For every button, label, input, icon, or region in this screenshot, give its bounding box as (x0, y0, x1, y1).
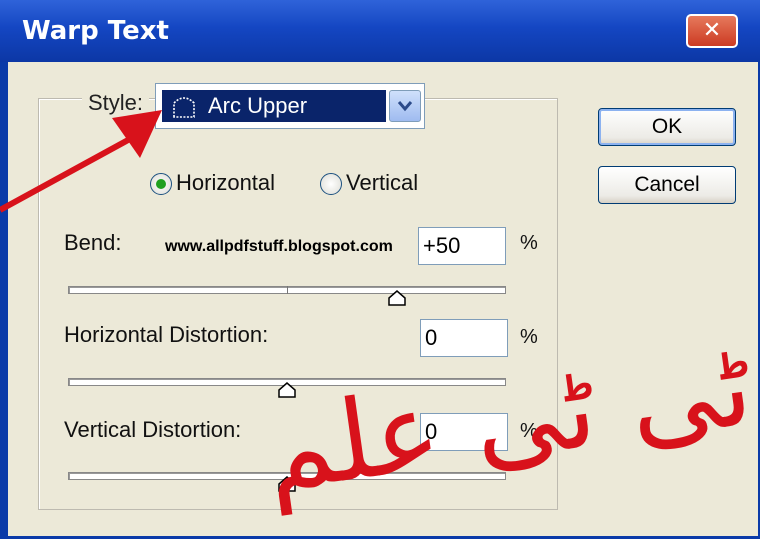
bend-unit: % (520, 232, 538, 254)
horizontal-label[interactable]: Horizontal (176, 170, 275, 196)
bend-input[interactable]: +50 (418, 227, 506, 265)
title-bar[interactable]: Warp Text ✕ (0, 0, 760, 62)
horizontal-distortion-label: Horizontal Distortion: (64, 322, 269, 347)
close-icon: ✕ (702, 18, 722, 43)
cancel-button[interactable]: Cancel (598, 166, 736, 204)
chevron-down-icon (397, 101, 413, 112)
warp-text-dialog: Warp Text ✕ Style: Arc Upper OK Cancel H… (0, 0, 760, 539)
style-selected-value[interactable]: Arc Upper (162, 90, 386, 122)
vertical-distortion-slider-thumb[interactable] (278, 476, 296, 492)
watermark-text: www.allpdfstuff.blogspot.com (165, 238, 393, 255)
ok-button[interactable]: OK (598, 108, 736, 146)
dialog-body: Style: Arc Upper OK Cancel Horizontal Ve… (8, 62, 758, 536)
horizontal-distortion-unit: % (520, 326, 538, 348)
horizontal-radio[interactable] (150, 173, 172, 195)
vertical-distortion-label: Vertical Distortion: (64, 417, 242, 442)
vertical-distortion-input[interactable]: 0 (420, 413, 508, 451)
close-button[interactable]: ✕ (686, 14, 738, 48)
slider-center-tick (287, 286, 288, 294)
style-label: Style: (82, 90, 150, 116)
bend-slider-thumb[interactable] (387, 290, 406, 306)
horizontal-distortion-input[interactable]: 0 (420, 319, 508, 357)
vertical-radio[interactable] (320, 173, 342, 195)
vertical-distortion-unit: % (520, 420, 538, 442)
dialog-title: Warp Text (22, 16, 169, 46)
style-value-text: Arc Upper (208, 93, 308, 118)
bend-label: Bend: (64, 230, 122, 255)
bend-slider-track[interactable] (68, 286, 506, 294)
arc-upper-icon (173, 97, 195, 118)
style-dropdown[interactable]: Arc Upper (155, 83, 425, 129)
radio-selected-dot (156, 179, 166, 189)
vertical-label[interactable]: Vertical (346, 170, 418, 196)
horizontal-distortion-slider-thumb[interactable] (278, 382, 296, 398)
dropdown-arrow-button[interactable] (389, 90, 421, 122)
